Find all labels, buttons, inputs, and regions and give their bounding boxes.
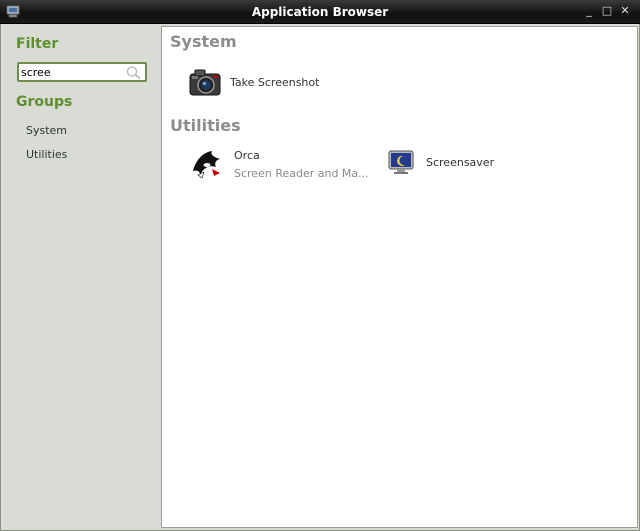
app-orca[interactable]: Orca Screen Reader and Ma...	[190, 145, 370, 181]
app-description: Screen Reader and Ma...	[234, 167, 369, 180]
maximize-icon: □	[601, 4, 613, 17]
screensaver-monitor-icon	[386, 145, 422, 181]
group-item-system[interactable]: System	[26, 124, 67, 137]
app-name: Orca	[234, 149, 260, 162]
close-button[interactable]: ✕	[617, 3, 633, 19]
application-list: System Take Screenshot Utilities Orca Sc…	[161, 26, 638, 528]
window-title: Application Browser	[251, 5, 389, 19]
filter-heading: Filter	[16, 36, 59, 52]
groups-heading: Groups	[16, 94, 73, 110]
app-name: Take Screenshot	[230, 76, 320, 89]
title-bar[interactable]: Application Browser _ □ ✕	[0, 0, 640, 24]
app-take-screenshot[interactable]: Take Screenshot	[186, 65, 366, 101]
window-frame: Filter Groups System Utilities System	[0, 24, 640, 531]
search-input[interactable]	[21, 65, 121, 80]
minimize-button[interactable]: _	[581, 3, 597, 19]
minimize-icon: _	[586, 4, 592, 17]
orca-icon	[190, 145, 226, 181]
category-heading-system: System	[170, 32, 237, 51]
app-screensaver[interactable]: Screensaver	[386, 145, 536, 181]
group-item-utilities[interactable]: Utilities	[26, 148, 67, 161]
search-icon[interactable]	[125, 65, 143, 80]
close-icon: ✕	[620, 4, 630, 17]
search-box[interactable]	[17, 62, 147, 82]
app-name: Screensaver	[426, 156, 495, 169]
camera-icon	[186, 65, 222, 101]
category-heading-utilities: Utilities	[170, 116, 241, 135]
sidebar: Filter Groups System Utilities	[1, 24, 159, 530]
maximize-button[interactable]: □	[599, 3, 615, 19]
